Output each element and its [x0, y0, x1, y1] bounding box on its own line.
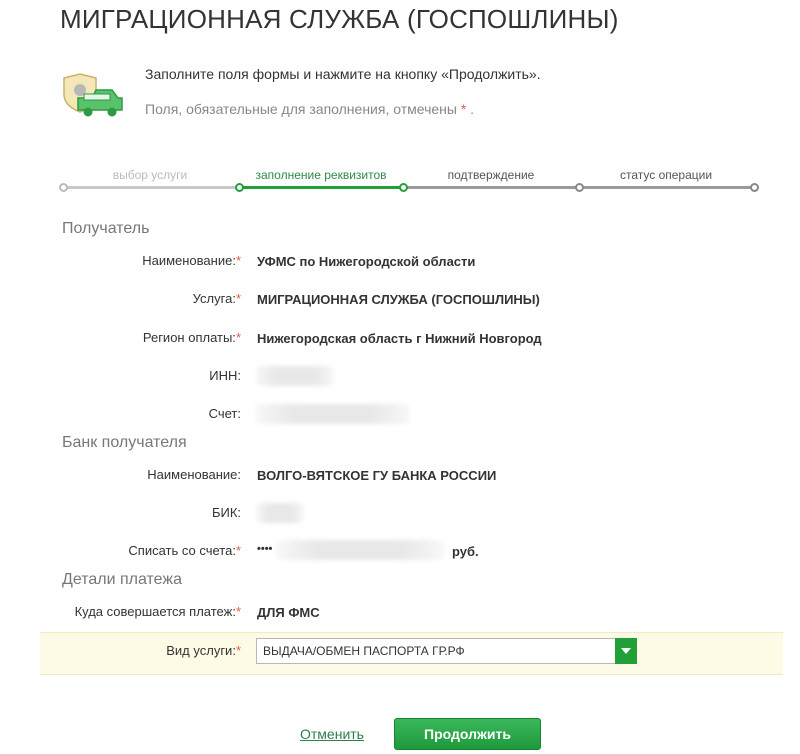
- required-star: *: [460, 101, 467, 117]
- section-recipient: Получатель: [62, 220, 150, 237]
- required-note-end: .: [470, 101, 475, 117]
- progress-steps: выбор услуги заполнение реквизитов подтв…: [59, 165, 759, 195]
- bik-label: БИК:: [211, 505, 241, 520]
- payment-region-label: Регион оплаты:*: [142, 330, 241, 345]
- required-fields-note: Поля, обязательные для заполнения, отмеч…: [145, 101, 474, 117]
- step-dot-2: [399, 183, 408, 192]
- inn-value-redacted: [256, 366, 334, 386]
- section-payment-details: Детали платежа: [62, 571, 182, 588]
- step-dot-3: [575, 183, 584, 192]
- payment-region-value: Нижегородская область г Нижний Новгород: [257, 331, 542, 346]
- account-label: Счет:: [208, 406, 241, 421]
- step-operation-status: статус операции: [619, 168, 713, 182]
- payment-destination-value: ДЛЯ ФМС: [257, 605, 320, 620]
- cancel-link[interactable]: Отменить: [300, 726, 364, 742]
- car-with-emblem-icon: [63, 73, 123, 117]
- section-recipient-bank: Банк получателя: [62, 434, 187, 451]
- debit-currency: руб.: [452, 544, 479, 559]
- step-confirmation: подтверждение: [447, 168, 535, 182]
- chevron-down-icon[interactable]: [615, 638, 637, 664]
- service-label: Услуга:*: [192, 291, 241, 306]
- step-line-1: [62, 186, 238, 189]
- step-choose-service: выбор услуги: [112, 168, 188, 182]
- inn-label: ИНН:: [209, 368, 241, 383]
- payment-destination-label: Куда совершается платеж:*: [74, 604, 241, 619]
- step-line-4: [579, 186, 755, 189]
- bank-name-label: Наименование:: [147, 467, 241, 482]
- service-type-select[interactable]: ВЫДАЧА/ОБМЕН ПАСПОРТА ГР.РФ: [256, 638, 637, 664]
- recipient-name-value: УФМС по Нижегородской области: [257, 254, 476, 269]
- step-dot-1: [235, 183, 244, 192]
- form-instructions: Заполните поля формы и нажмите на кнопку…: [145, 66, 541, 82]
- service-value: МИГРАЦИОННАЯ СЛУЖБА (ГОСПОШЛИНЫ): [257, 292, 540, 307]
- step-dot-start: [59, 183, 68, 192]
- debit-account-label: Списать со счета:*: [128, 543, 241, 558]
- step-fill-details: заполнение реквизитов: [255, 168, 387, 182]
- step-dot-end: [750, 183, 759, 192]
- step-line-3: [403, 186, 579, 189]
- account-value-redacted: [255, 404, 410, 424]
- service-type-label: Вид услуги:*: [166, 643, 241, 658]
- required-note-text: Поля, обязательные для заполнения, отмеч…: [145, 101, 457, 117]
- bank-name-value: ВОЛГО-ВЯТСКОЕ ГУ БАНКА РОССИИ: [257, 468, 497, 483]
- debit-account-masked[interactable]: ••••: [257, 543, 272, 555]
- page-title: МИГРАЦИОННАЯ СЛУЖБА (ГОСПОШЛИНЫ): [60, 4, 619, 34]
- recipient-name-label: Наименование:*: [142, 253, 241, 268]
- step-line-2: [238, 186, 403, 189]
- debit-account-redacted: [276, 540, 444, 560]
- bik-value-redacted: [256, 503, 304, 523]
- continue-button[interactable]: Продолжить: [394, 718, 541, 750]
- service-type-selected: ВЫДАЧА/ОБМЕН ПАСПОРТА ГР.РФ: [263, 644, 465, 658]
